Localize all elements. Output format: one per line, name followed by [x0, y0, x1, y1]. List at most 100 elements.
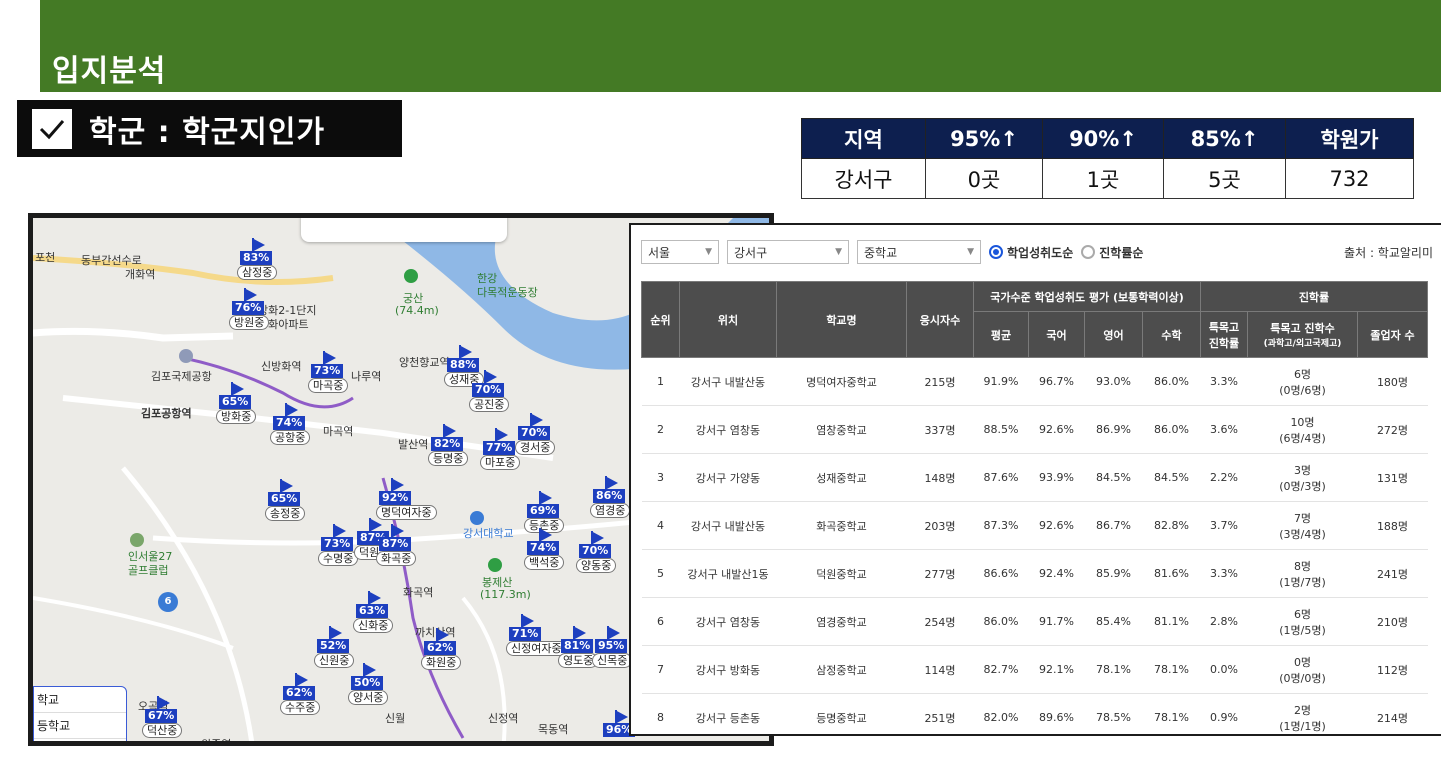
summary-value-85: 5곳	[1163, 158, 1286, 199]
cell-kor: 92.6%	[1028, 501, 1085, 550]
cell-school: 등명중학교	[776, 693, 907, 734]
cell-avg: 87.6%	[973, 453, 1029, 502]
cell-cnt-sub: (3명/4명)	[1279, 527, 1326, 541]
pin-percent: 73%	[311, 364, 344, 378]
cell-math: 81.6%	[1142, 549, 1201, 598]
cell-kor: 92.4%	[1028, 549, 1085, 598]
cell-kor: 96.7%	[1028, 357, 1085, 406]
map-tab-elementary[interactable]: 등학교	[34, 713, 126, 739]
cell-grad: 112명	[1357, 645, 1428, 694]
pin-percent: 73%	[321, 537, 354, 551]
city-select[interactable]: 서울 ▼	[641, 240, 719, 264]
cell-math: 81.1%	[1142, 597, 1201, 646]
pin-name: 경서중	[515, 440, 556, 455]
pin-name: 양서중	[348, 690, 389, 705]
pin-name: 백석중	[524, 555, 565, 570]
cell-sp: 3.6%	[1200, 405, 1248, 454]
map-top-control[interactable]	[301, 218, 507, 242]
pin-name: 염경중	[590, 503, 631, 518]
pin-name: 등명중	[428, 451, 469, 466]
summary-value-95: 0곳	[925, 158, 1043, 199]
radio-advancement[interactable]: 진학률순	[1081, 244, 1143, 261]
cell-rank: 4	[641, 501, 680, 550]
district-select[interactable]: 강서구 ▼	[727, 240, 849, 264]
pin-name: 송정중	[265, 506, 306, 521]
cell-eng: 86.7%	[1084, 501, 1143, 550]
source-note: 출처 : 학교알리미	[1344, 245, 1433, 260]
cell-loc: 강서구 등촌동	[679, 693, 777, 734]
cell-school: 삼정중학교	[776, 645, 907, 694]
pin-percent: 81%	[561, 639, 594, 653]
radio-on-icon	[989, 245, 1003, 259]
cell-avg: 86.0%	[973, 597, 1029, 646]
cell-app: 251명	[906, 693, 974, 734]
col-group-advancement: 진학률	[1200, 281, 1428, 312]
cell-grad: 131명	[1357, 453, 1428, 502]
dropdown-arrow-icon: ▼	[967, 247, 974, 257]
cell-cnt-sub: (0명/6명)	[1279, 383, 1326, 397]
table-row: 5 강서구 내발산1동 덕원중학교 277명 86.6% 92.4% 85.9% 81.6% 3…	[641, 549, 1428, 598]
flag-icon	[323, 351, 336, 365]
cell-cnt: 8명 (1명/7명)	[1247, 549, 1358, 598]
cell-app: 277명	[906, 549, 974, 598]
cell-cnt: 0명 (0명/0명)	[1247, 645, 1358, 694]
map-label: 골프클럽	[128, 564, 169, 577]
pin-percent: 70%	[472, 383, 505, 397]
pin-name: 신목중	[592, 653, 633, 668]
cell-cnt-sub: (1명/1명)	[1279, 719, 1326, 733]
pin-percent: 88%	[447, 358, 480, 372]
flag-icon	[436, 628, 449, 642]
level-select[interactable]: 중학교 ▼	[857, 240, 981, 264]
flag-icon	[280, 479, 293, 493]
pin-percent: 69%	[527, 504, 560, 518]
route-badge: 6	[158, 592, 178, 612]
flag-icon	[521, 614, 534, 628]
map-label: 화곡역	[403, 586, 434, 599]
pin-name: 삼정중	[237, 265, 278, 280]
col-special-rate: 특목고 진학률	[1200, 311, 1248, 358]
flag-icon	[231, 382, 244, 396]
cell-loc: 강서구 내발산1동	[679, 549, 777, 598]
pin-percent: 95%	[595, 639, 628, 653]
cell-rank: 3	[641, 453, 680, 502]
summary-header-85: 85%↑	[1163, 118, 1286, 159]
flag-icon	[459, 345, 472, 359]
radio-achievement-label: 학업성취도순	[1007, 245, 1074, 260]
flag-icon	[244, 288, 257, 302]
flag-icon	[484, 370, 497, 384]
radio-achievement[interactable]: 학업성취도순	[989, 244, 1073, 261]
col-location: 위치	[679, 281, 777, 358]
flag-icon	[157, 696, 170, 710]
section-label: 학군 : 학군지인가	[17, 100, 402, 157]
map-label: (74.4m)	[395, 304, 439, 317]
cell-math: 86.0%	[1142, 357, 1201, 406]
pin-name: 양동중	[576, 558, 617, 573]
cell-loc: 강서구 방화동	[679, 645, 777, 694]
flag-icon	[368, 591, 381, 605]
cell-grad: 272명	[1357, 405, 1428, 454]
cell-avg: 82.7%	[973, 645, 1029, 694]
table-row: 8 강서구 등촌동 등명중학교 251명 82.0% 89.6% 78.5% 78.1% 0.9…	[641, 693, 1428, 734]
map-label: 양천향교역	[399, 356, 450, 369]
flag-icon	[591, 531, 604, 545]
section-title: 학군 : 학군지인가	[89, 114, 326, 150]
map-label: 마곡역	[323, 425, 354, 438]
flag-icon	[363, 663, 376, 677]
cell-avg: 88.5%	[973, 405, 1029, 454]
pin-percent: 74%	[527, 541, 560, 555]
cell-rank: 1	[641, 357, 680, 406]
map-label: (117.3m)	[480, 588, 531, 601]
pin-name: 명덕여자중	[376, 505, 437, 520]
map-tab-school[interactable]: 학교	[34, 687, 126, 713]
map-label: 개화역	[125, 268, 156, 281]
cell-rank: 7	[641, 645, 680, 694]
col-english: 영어	[1084, 311, 1143, 358]
pin-percent: 86%	[593, 489, 626, 503]
pin-percent: 70%	[518, 426, 551, 440]
flag-icon	[333, 524, 346, 538]
header-band	[40, 0, 1441, 92]
col-math: 수학	[1142, 311, 1201, 358]
cell-grad: 241명	[1357, 549, 1428, 598]
cell-sp: 3.7%	[1200, 501, 1248, 550]
pin-name: 화곡중	[376, 551, 417, 566]
